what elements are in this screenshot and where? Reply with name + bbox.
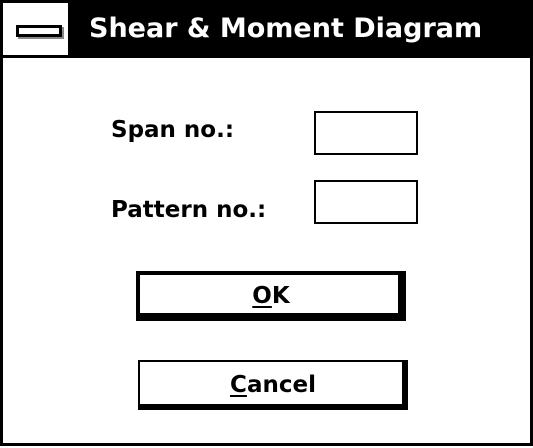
span-input[interactable] xyxy=(314,111,418,155)
ok-button[interactable]: OK xyxy=(136,271,406,321)
cancel-label-rest: ancel xyxy=(246,372,316,398)
title-bar[interactable]: Shear & Moment Diagram xyxy=(3,3,530,58)
ok-label-rest: K xyxy=(271,283,290,309)
window-title: Shear & Moment Diagram xyxy=(89,13,483,44)
system-menu-icon xyxy=(16,25,62,37)
ok-mnemonic: O xyxy=(252,283,272,309)
dialog-window: Shear & Moment Diagram Span no.: Pattern… xyxy=(0,0,533,446)
system-menu-button[interactable] xyxy=(3,3,71,55)
span-label: Span no.: xyxy=(111,117,235,143)
cancel-button[interactable]: Cancel xyxy=(138,360,408,410)
cancel-mnemonic: C xyxy=(230,372,247,398)
pattern-input[interactable] xyxy=(314,180,418,224)
pattern-label: Pattern no.: xyxy=(111,197,267,223)
